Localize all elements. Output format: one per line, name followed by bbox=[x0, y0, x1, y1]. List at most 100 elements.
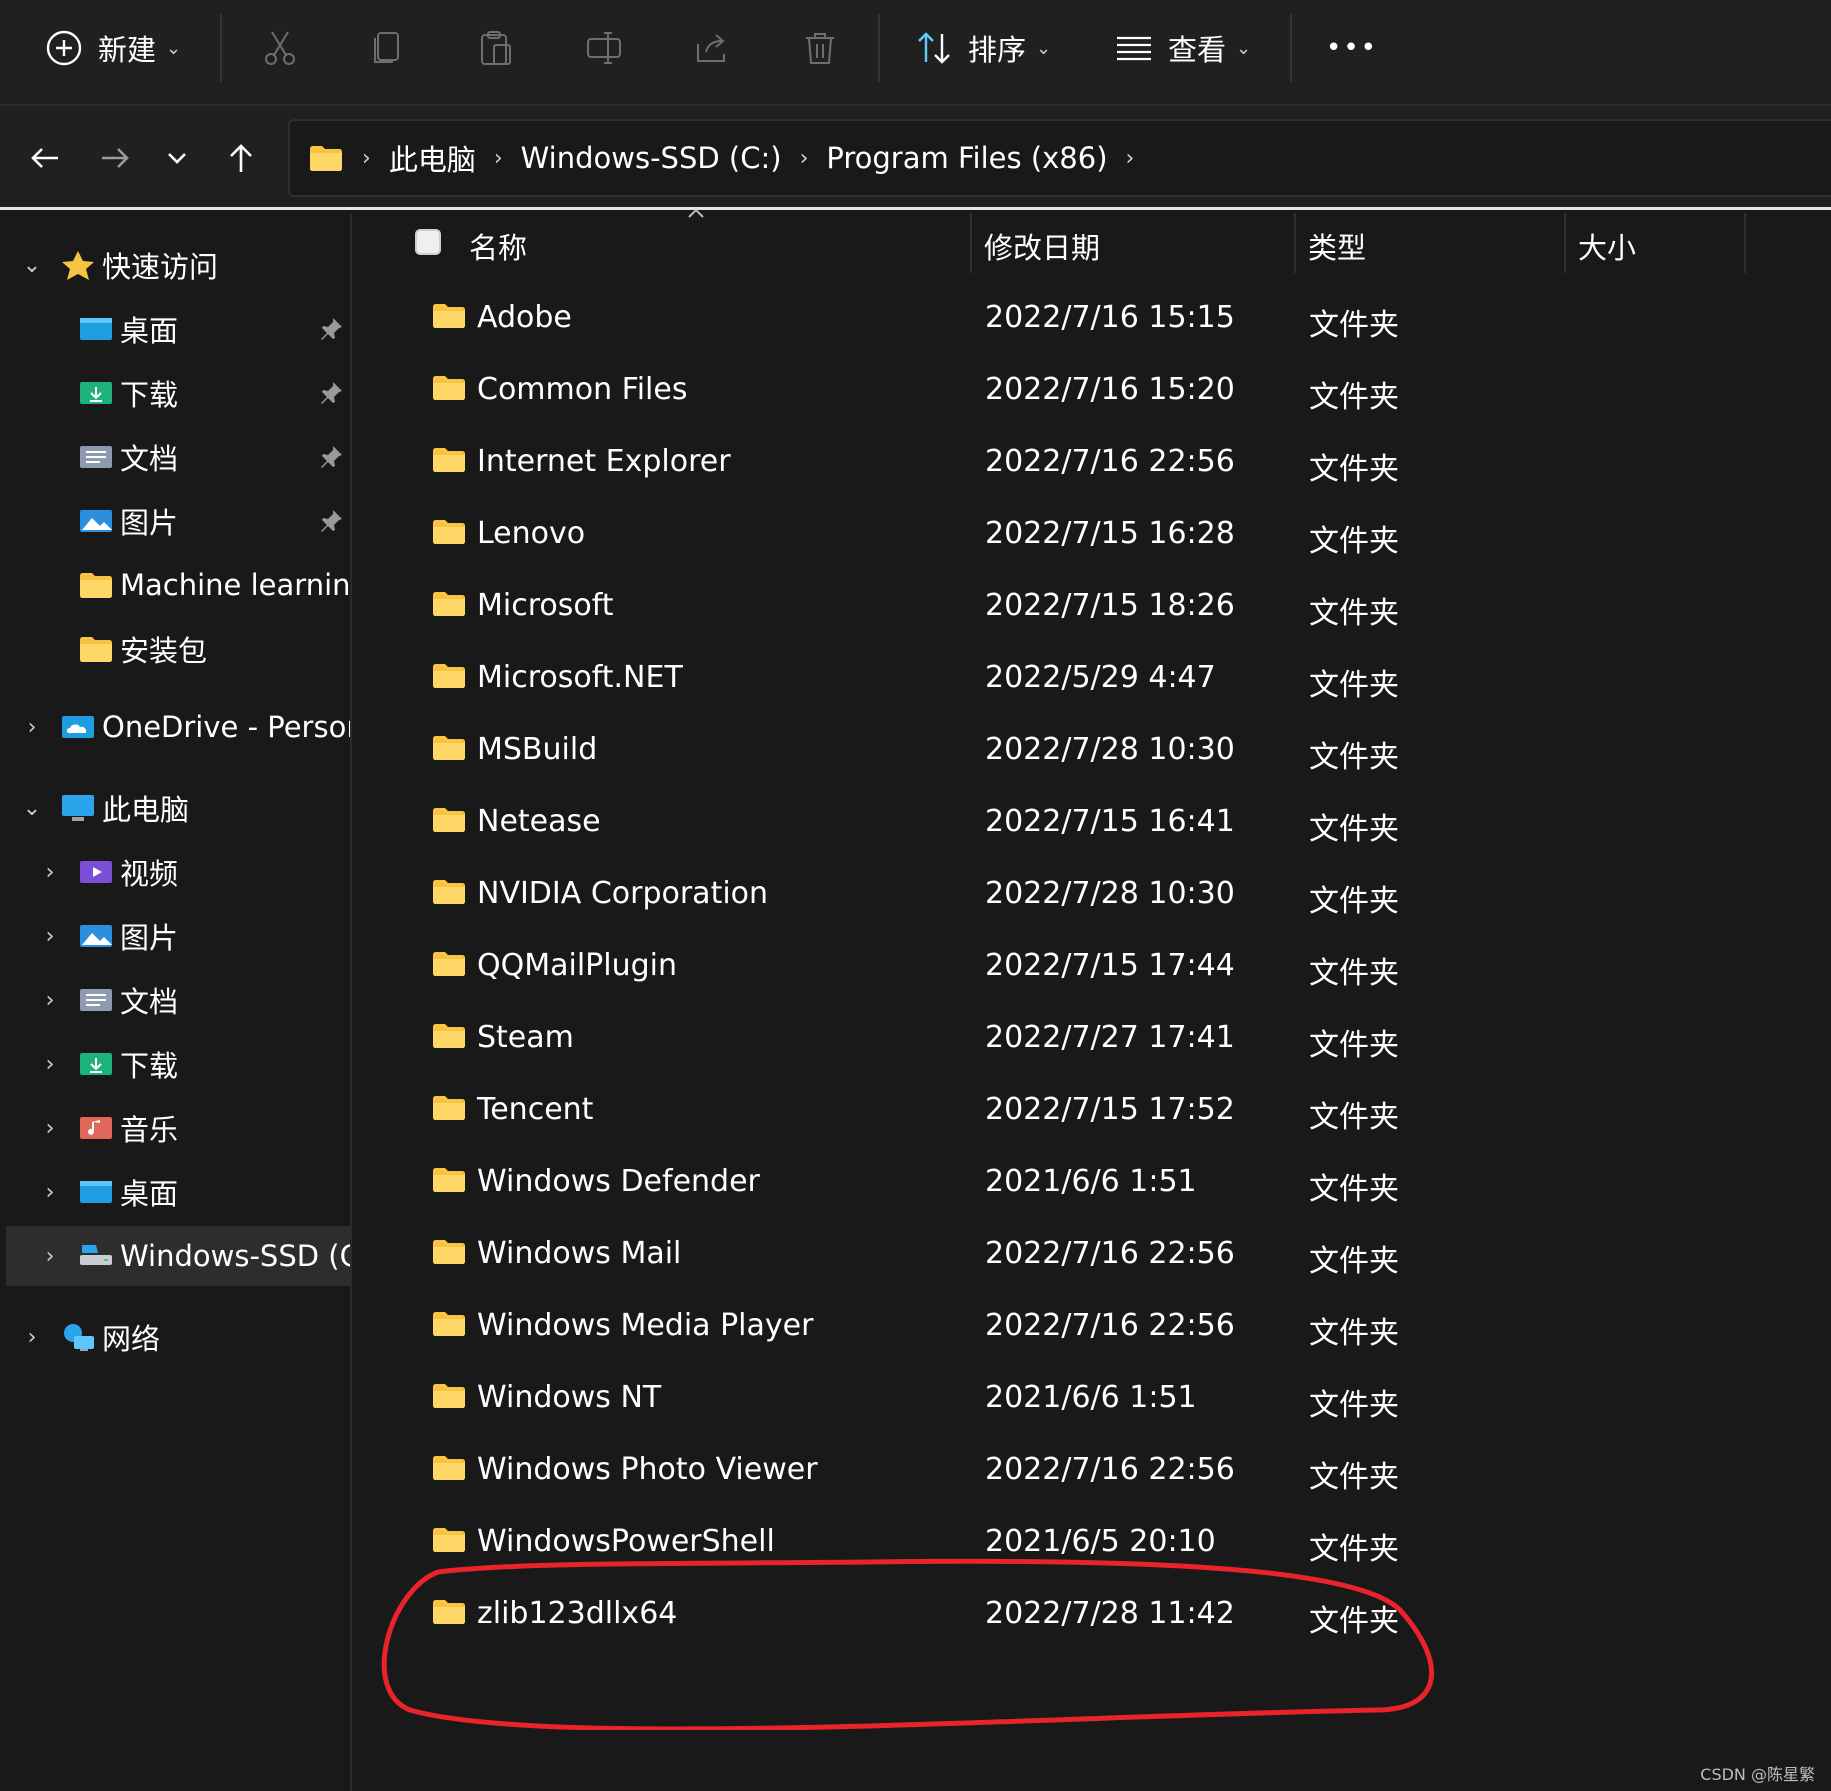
file-name: WindowsPowerShell bbox=[477, 1524, 775, 1559]
sidebar-item-downloads-pc[interactable]: › 下载 bbox=[0, 1034, 350, 1094]
sidebar-item-label: 视频 bbox=[120, 857, 179, 891]
file-name: Internet Explorer bbox=[477, 444, 731, 479]
sidebar-this-pc[interactable]: ⌄ 此电脑 bbox=[0, 778, 350, 838]
cut-button[interactable] bbox=[260, 14, 300, 82]
sidebar-item-label: Windows-SSD (C:) bbox=[120, 1239, 350, 1273]
sort-button[interactable]: 排序 ⌄ bbox=[914, 14, 1051, 82]
back-button[interactable] bbox=[20, 130, 70, 186]
column-type[interactable]: 类型 bbox=[1308, 225, 1366, 267]
sidebar-item-downloads[interactable]: 下载 bbox=[0, 363, 350, 423]
file-row[interactable]: Windows Media Player 2022/7/16 22:56 文件夹 bbox=[420, 1294, 1520, 1358]
breadcrumb-chevron-icon: › bbox=[799, 145, 809, 171]
copy-button[interactable] bbox=[368, 14, 408, 82]
column-divider[interactable] bbox=[1294, 213, 1296, 273]
folder-icon bbox=[433, 448, 465, 472]
file-row[interactable]: Microsoft.NET 2022/5/29 4:47 文件夹 bbox=[420, 646, 1520, 710]
file-modified-date: 2022/7/28 11:42 bbox=[985, 1596, 1235, 1631]
breadcrumb-chevron-icon: › bbox=[493, 145, 503, 171]
file-type: 文件夹 bbox=[1309, 812, 1399, 847]
column-divider[interactable] bbox=[970, 213, 972, 273]
up-button[interactable] bbox=[216, 130, 266, 186]
folder-icon bbox=[433, 1384, 465, 1408]
file-row[interactable]: Common Files 2022/7/16 15:20 文件夹 bbox=[420, 358, 1520, 422]
file-type: 文件夹 bbox=[1309, 1100, 1399, 1135]
pictures-icon bbox=[80, 510, 112, 532]
pin-icon[interactable] bbox=[318, 380, 344, 406]
view-button[interactable]: 查看 ⌄ bbox=[1114, 14, 1251, 82]
sidebar-item-videos[interactable]: › 视频 bbox=[0, 842, 350, 902]
file-row[interactable]: Steam 2022/7/27 17:41 文件夹 bbox=[420, 1006, 1520, 1070]
new-button[interactable]: 新建 ⌄ bbox=[44, 14, 181, 82]
pin-icon[interactable] bbox=[318, 444, 344, 470]
file-row[interactable]: Lenovo 2022/7/15 16:28 文件夹 bbox=[420, 502, 1520, 566]
file-modified-date: 2022/7/15 17:44 bbox=[985, 948, 1235, 983]
paste-icon bbox=[481, 31, 511, 65]
file-type: 文件夹 bbox=[1309, 380, 1399, 415]
plus-circle-icon bbox=[46, 30, 82, 66]
file-row[interactable]: Windows NT 2021/6/6 1:51 文件夹 bbox=[420, 1366, 1520, 1430]
view-button-label: 查看 bbox=[1168, 33, 1227, 67]
sidebar-item-documents[interactable]: 文档 bbox=[0, 427, 350, 487]
file-name: Microsoft.NET bbox=[477, 660, 683, 695]
file-name: Common Files bbox=[477, 372, 688, 407]
forward-button[interactable] bbox=[90, 130, 140, 186]
column-divider[interactable] bbox=[1744, 213, 1746, 273]
sidebar-item-desktop[interactable]: 桌面 bbox=[0, 299, 350, 359]
more-options-button[interactable]: ••• bbox=[1326, 14, 1378, 82]
chevron-right-icon: › bbox=[45, 923, 55, 949]
file-row[interactable]: Windows Photo Viewer 2022/7/16 22:56 文件夹 bbox=[420, 1438, 1520, 1502]
share-button[interactable] bbox=[692, 14, 732, 82]
file-row[interactable]: Windows Mail 2022/7/16 22:56 文件夹 bbox=[420, 1222, 1520, 1286]
chevron-right-icon: › bbox=[45, 987, 55, 1013]
breadcrumb-windows-ssd[interactable]: Windows-SSD (C:) bbox=[521, 141, 782, 175]
file-row[interactable]: Netease 2022/7/15 16:41 文件夹 bbox=[420, 790, 1520, 854]
file-row[interactable]: Microsoft 2022/7/15 18:26 文件夹 bbox=[420, 574, 1520, 638]
address-bar[interactable]: › 此电脑 › Windows-SSD (C:) › Program Files… bbox=[288, 119, 1831, 197]
file-row[interactable]: Tencent 2022/7/15 17:52 文件夹 bbox=[420, 1078, 1520, 1142]
recent-locations-button[interactable] bbox=[152, 130, 202, 186]
file-type: 文件夹 bbox=[1309, 1316, 1399, 1351]
paste-button[interactable] bbox=[476, 14, 516, 82]
folder-icon bbox=[433, 664, 465, 688]
sidebar-item-music[interactable]: › 音乐 bbox=[0, 1098, 350, 1158]
file-row[interactable]: Windows Defender 2021/6/6 1:51 文件夹 bbox=[420, 1150, 1520, 1214]
sidebar-quick-access[interactable]: ⌄ 快速访问 bbox=[0, 235, 350, 295]
sidebar-onedrive[interactable]: › OneDrive - Persona bbox=[0, 697, 350, 757]
column-divider[interactable] bbox=[1564, 213, 1566, 273]
breadcrumb-program-files-x86[interactable]: Program Files (x86) bbox=[826, 141, 1107, 175]
pictures-icon bbox=[80, 925, 112, 947]
column-name[interactable]: 名称 bbox=[469, 225, 527, 267]
file-row[interactable]: MSBuild 2022/7/28 10:30 文件夹 bbox=[420, 718, 1520, 782]
file-row[interactable]: NVIDIA Corporation 2022/7/28 10:30 文件夹 bbox=[420, 862, 1520, 926]
file-modified-date: 2022/7/27 17:41 bbox=[985, 1020, 1235, 1055]
sidebar-network[interactable]: › 网络 bbox=[0, 1307, 350, 1367]
file-type: 文件夹 bbox=[1309, 1460, 1399, 1495]
select-all-checkbox[interactable] bbox=[415, 229, 441, 255]
file-row[interactable]: Adobe 2022/7/16 15:15 文件夹 bbox=[420, 286, 1520, 350]
file-row[interactable]: WindowsPowerShell 2021/6/5 20:10 文件夹 bbox=[420, 1510, 1520, 1574]
file-modified-date: 2022/7/16 22:56 bbox=[985, 1452, 1235, 1487]
sidebar-item-desktop-pc[interactable]: › 桌面 bbox=[0, 1162, 350, 1222]
sidebar-item-pictures-pc[interactable]: › 图片 bbox=[0, 906, 350, 966]
sidebar-item-installers[interactable]: 安装包 bbox=[0, 619, 350, 679]
folder-icon bbox=[433, 592, 465, 616]
file-row[interactable]: zlib123dllx64 2022/7/28 11:42 文件夹 bbox=[420, 1582, 1520, 1646]
chevron-right-icon: › bbox=[45, 1115, 55, 1141]
file-row[interactable]: Internet Explorer 2022/7/16 22:56 文件夹 bbox=[420, 430, 1520, 494]
pin-icon[interactable] bbox=[318, 316, 344, 342]
sidebar-item-label: 下载 bbox=[120, 1049, 179, 1083]
file-name: MSBuild bbox=[477, 732, 598, 767]
sidebar-item-pictures[interactable]: 图片 bbox=[0, 491, 350, 551]
column-size[interactable]: 大小 bbox=[1578, 225, 1636, 267]
breadcrumb-this-pc[interactable]: 此电脑 bbox=[389, 137, 476, 179]
delete-button[interactable] bbox=[800, 14, 840, 82]
file-modified-date: 2022/7/15 16:41 bbox=[985, 804, 1235, 839]
sidebar-item-documents-pc[interactable]: › 文档 bbox=[0, 970, 350, 1030]
rename-button[interactable] bbox=[584, 14, 624, 82]
folder-icon bbox=[433, 1024, 465, 1048]
sidebar-item-machine-learning[interactable]: Machine learning bbox=[0, 555, 350, 615]
file-row[interactable]: QQMailPlugin 2022/7/15 17:44 文件夹 bbox=[420, 934, 1520, 998]
pin-icon[interactable] bbox=[318, 508, 344, 534]
sidebar-item-windows-ssd[interactable]: › Windows-SSD (C:) bbox=[6, 1226, 350, 1286]
column-modified[interactable]: 修改日期 bbox=[984, 225, 1100, 267]
